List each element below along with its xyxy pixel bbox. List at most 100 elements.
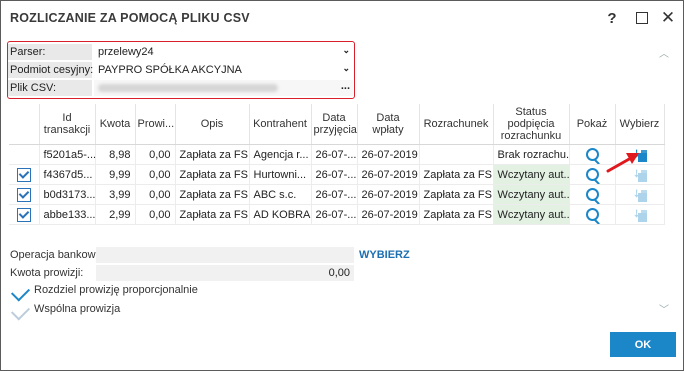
cell-opis: Zapłata za FS... — [175, 204, 250, 225]
dialog-title: ROZLICZANIE ZA POMOCĄ PLIKU CSV — [10, 11, 250, 25]
cell-rozrachunek: Zapłata za FS... — [419, 164, 494, 185]
annotation-arrow-icon — [606, 153, 639, 173]
cell-kwota: 9,99 — [95, 164, 136, 185]
cell-prowizja: 0,00 — [135, 144, 176, 165]
search-icon — [585, 148, 599, 161]
csv-settlement-dialog: ROZLICZANIE ZA POMOCĄ PLIKU CSV ? ✕ ︿ Pa… — [0, 0, 684, 371]
parser-value: przelewy24 — [98, 46, 154, 58]
cell-status: Brak rozrachu... — [493, 144, 570, 165]
maximize-button[interactable] — [631, 7, 653, 29]
table-row[interactable]: abbe133... 2,99 0,00 Zapłata za FS... AD… — [9, 204, 665, 225]
chevron-down-icon: ⌄ — [342, 63, 350, 73]
checkbox-checked[interactable] — [16, 167, 31, 182]
column-header[interactable]: Rozrachunek — [419, 104, 494, 145]
podmiot-value: PAYPRO SPÓŁKA AKCYJNA — [98, 64, 242, 76]
kwota-prowizji-value: 0,00 — [328, 267, 350, 279]
transactions-table: Id transakcji Kwota Prowi... Opis Kontra… — [9, 104, 665, 225]
operacja-label: Operacja bankowa: — [10, 249, 105, 261]
column-header[interactable]: Data wpłaty — [357, 104, 420, 145]
cell-opis: Zapłata za FS... — [175, 164, 250, 185]
column-header[interactable] — [9, 104, 40, 145]
checkbox-checked[interactable] — [16, 187, 31, 202]
wybierz-link[interactable]: WYBIERZ — [359, 249, 410, 261]
cell-rozrachunek: Zapłata za FS... — [419, 204, 494, 225]
cell-id: abbe133... — [39, 204, 96, 225]
table-row[interactable]: f4367d5... 9,99 0,00 Zapłata za FS... Hu… — [9, 164, 665, 185]
column-header[interactable]: Pokaż — [569, 104, 616, 145]
cell-rozrachunek — [419, 144, 494, 165]
wspolna-label: Wspólna prowizja — [34, 303, 121, 315]
help-button[interactable]: ? — [601, 7, 623, 29]
column-header[interactable]: Id transakcji — [39, 104, 96, 145]
search-icon — [585, 188, 599, 201]
table-header-row: Id transakcji Kwota Prowi... Opis Kontra… — [9, 104, 665, 145]
cell-data-wplaty: 26-07-2019 — [357, 164, 420, 185]
search-icon — [585, 208, 599, 221]
podmiot-label: Podmiot cesyjny: — [10, 64, 94, 76]
plik-field[interactable]: ... — [94, 80, 353, 96]
parser-row: Parser: przelewy24 ⌄ — [8, 44, 354, 61]
plik-label: Plik CSV: — [10, 82, 57, 94]
row-checkbox-cell[interactable] — [9, 204, 40, 225]
cell-status: Wczytany aut... — [493, 184, 570, 205]
checkmark-icon — [10, 301, 31, 321]
search-icon — [585, 168, 599, 181]
cell-kwota: 2,99 — [95, 204, 136, 225]
cell-id: b0d3173... — [39, 184, 96, 205]
cell-id: f5201a5-... — [39, 144, 96, 165]
cell-prowizja: 0,00 — [135, 204, 176, 225]
column-header[interactable]: Opis — [175, 104, 250, 145]
rozdziel-checkbox[interactable]: Rozdziel prowizję proporcjonalnie — [10, 282, 198, 302]
cell-data-przyjecia: 26-07-... — [311, 164, 358, 185]
checkmark-icon — [10, 282, 31, 302]
cell-id: f4367d5... — [39, 164, 96, 185]
cell-kontrahent: ABC s.c. — [249, 184, 312, 205]
rozdziel-label: Rozdziel prowizję proporcjonalnie — [34, 284, 198, 296]
kwota-prowizji-label: Kwota prowizji: — [10, 267, 84, 279]
ok-button[interactable]: OK — [610, 332, 676, 357]
table-row[interactable]: f5201a5-... 8,98 0,00 Zapłata za FS... A… — [9, 144, 665, 165]
title-bar: ROZLICZANIE ZA POMOCĄ PLIKU CSV ? ✕ — [1, 1, 683, 35]
cell-kontrahent: Hurtowni... — [249, 164, 312, 185]
cell-data-przyjecia: 26-07-... — [311, 144, 358, 165]
select-button[interactable]: ➘ — [615, 184, 665, 205]
plik-row: Plik CSV: ... — [8, 80, 354, 97]
params-panel: Parser: przelewy24 ⌄ Podmiot cesyjny: PA… — [7, 41, 355, 99]
close-button[interactable]: ✕ — [657, 7, 679, 29]
cell-status: Wczytany aut... — [493, 164, 570, 185]
wspolna-checkbox[interactable]: Wspólna prowizja — [10, 301, 121, 321]
cell-data-przyjecia: 26-07-... — [311, 204, 358, 225]
parser-label: Parser: — [10, 46, 46, 58]
cell-prowizja: 0,00 — [135, 164, 176, 185]
column-header[interactable]: Kwota — [95, 104, 136, 145]
select-button[interactable]: ➘ — [615, 204, 665, 225]
collapse-chevron-icon[interactable]: ︿ — [659, 45, 669, 60]
column-header[interactable]: Kontrahent — [249, 104, 312, 145]
select-arrow-icon: ➘ — [628, 186, 649, 203]
expand-chevron-icon[interactable]: ﹀ — [659, 301, 669, 316]
cell-data-wplaty: 26-07-2019 — [357, 144, 420, 165]
cell-data-wplaty: 26-07-2019 — [357, 204, 420, 225]
podmiot-select[interactable]: PAYPRO SPÓŁKA AKCYJNA ⌄ — [94, 62, 353, 78]
cell-prowizja: 0,00 — [135, 184, 176, 205]
row-checkbox-cell[interactable] — [9, 184, 40, 205]
table-row[interactable]: b0d3173... 3,99 0,00 Zapłata za FS... AB… — [9, 184, 665, 205]
podmiot-row: Podmiot cesyjny: PAYPRO SPÓŁKA AKCYJNA ⌄ — [8, 62, 354, 79]
cell-opis: Zapłata za FS... — [175, 144, 250, 165]
show-button[interactable] — [569, 204, 616, 225]
show-button[interactable] — [569, 184, 616, 205]
cell-data-wplaty: 26-07-2019 — [357, 184, 420, 205]
column-header[interactable]: Data przyjęcia — [311, 104, 358, 145]
operacja-field[interactable] — [96, 247, 354, 263]
browse-button[interactable]: ... — [341, 80, 350, 92]
parser-select[interactable]: przelewy24 ⌄ — [94, 44, 353, 60]
column-header[interactable]: Wybierz — [615, 104, 665, 145]
row-checkbox-cell[interactable] — [9, 144, 40, 165]
checkbox-checked[interactable] — [16, 207, 31, 222]
row-checkbox-cell[interactable] — [9, 164, 40, 185]
blurred-file-path — [98, 84, 278, 92]
cell-kontrahent: Agencja r... — [249, 144, 312, 165]
kwota-prowizji-field[interactable]: 0,00 — [96, 265, 354, 281]
column-header[interactable]: Status podpięcia rozrachunku — [493, 104, 570, 145]
column-header[interactable]: Prowi... — [135, 104, 176, 145]
